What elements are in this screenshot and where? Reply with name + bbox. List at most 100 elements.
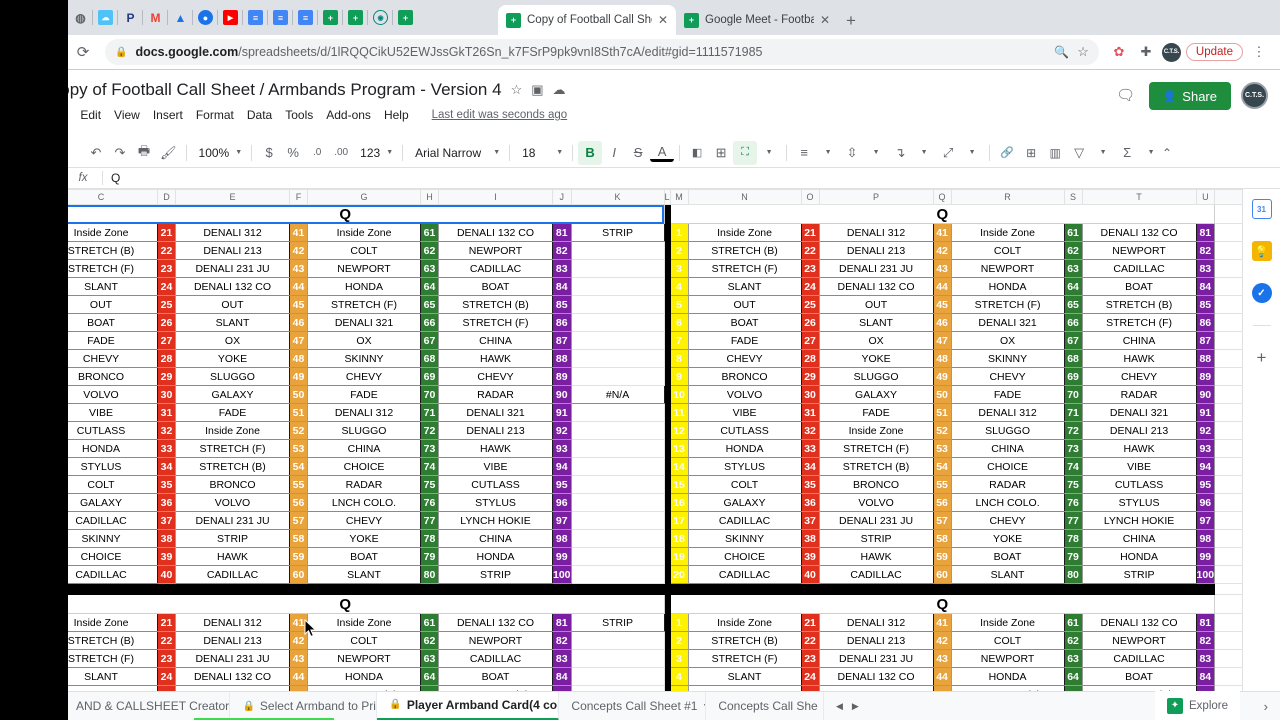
print-button[interactable]: 🖶 bbox=[132, 141, 156, 165]
armband-number-cell[interactable]: 34 bbox=[801, 458, 819, 476]
armband-number-cell[interactable]: 84 bbox=[553, 668, 572, 686]
armband-number-cell[interactable]: 63 bbox=[421, 650, 439, 668]
play-name-cell[interactable]: DENALI 231 JU bbox=[176, 650, 290, 668]
armband-number-cell[interactable]: 54 bbox=[290, 458, 308, 476]
armband-number-cell[interactable]: 94 bbox=[1196, 458, 1215, 476]
play-name-cell[interactable]: STRETCH (F) bbox=[688, 260, 801, 278]
armband-number-cell[interactable]: 46 bbox=[933, 314, 951, 332]
armband-number-cell[interactable]: 71 bbox=[1064, 404, 1082, 422]
armband-number-cell[interactable]: 76 bbox=[1064, 494, 1082, 512]
percent-format-button[interactable]: % bbox=[281, 141, 305, 165]
armband-number-cell[interactable]: 22 bbox=[801, 242, 819, 260]
armband-number-cell[interactable]: 78 bbox=[421, 530, 439, 548]
play-name-cell[interactable]: BOAT bbox=[1082, 278, 1196, 296]
play-name-cell[interactable]: NEWPORT bbox=[439, 242, 553, 260]
play-name-cell[interactable]: LYNCH HOKIE bbox=[439, 512, 553, 530]
play-name-cell[interactable]: NEWPORT bbox=[951, 260, 1064, 278]
armband-number-cell[interactable]: 100 bbox=[1196, 566, 1215, 584]
armband-number-cell[interactable]: 92 bbox=[1196, 422, 1215, 440]
armband-number-cell[interactable]: 53 bbox=[290, 440, 308, 458]
empty-cell[interactable] bbox=[571, 476, 664, 494]
chat-bookmark[interactable]: ● bbox=[193, 0, 218, 35]
play-name-cell[interactable]: STRETCH (B) bbox=[688, 242, 801, 260]
play-name-cell[interactable]: SLUGGO bbox=[819, 368, 933, 386]
play-name-cell[interactable]: BOAT bbox=[308, 548, 421, 566]
armband-number-cell[interactable]: 62 bbox=[421, 242, 439, 260]
column-header-D[interactable]: D bbox=[158, 190, 176, 205]
armband-number-cell[interactable]: 54 bbox=[933, 458, 951, 476]
play-name-cell[interactable]: HONDA bbox=[1082, 548, 1196, 566]
play-name-cell[interactable]: HONDA bbox=[308, 278, 421, 296]
empty-cell[interactable] bbox=[571, 440, 664, 458]
play-name-cell[interactable]: CHEVY bbox=[308, 368, 421, 386]
play-name-cell[interactable]: OX bbox=[176, 332, 290, 350]
armband-number-cell[interactable]: 51 bbox=[290, 404, 308, 422]
armband-number-cell[interactable]: 22 bbox=[158, 632, 176, 650]
play-name-cell[interactable]: DENALI 132 CO bbox=[819, 278, 933, 296]
play-name-cell[interactable]: DENALI 321 bbox=[1082, 404, 1196, 422]
play-name-cell[interactable]: #N/A bbox=[571, 386, 664, 404]
empty-cell[interactable] bbox=[571, 242, 664, 260]
armband-number-cell[interactable]: 5 bbox=[670, 296, 688, 314]
armband-number-cell[interactable]: 99 bbox=[553, 548, 572, 566]
armband-number-cell[interactable]: 49 bbox=[933, 368, 951, 386]
column-header-M[interactable]: M bbox=[670, 190, 688, 205]
armband-number-cell[interactable]: 31 bbox=[801, 404, 819, 422]
armband-number-cell[interactable]: 98 bbox=[553, 530, 572, 548]
armband-number-cell[interactable]: 49 bbox=[290, 368, 308, 386]
currency-format-button[interactable]: $ bbox=[257, 141, 281, 165]
play-name-cell[interactable]: HONDA bbox=[951, 668, 1064, 686]
armband-number-cell[interactable]: 42 bbox=[290, 242, 308, 260]
expand-panel-button[interactable]: › bbox=[1264, 699, 1268, 714]
armband-number-cell[interactable]: 62 bbox=[1064, 242, 1082, 260]
play-name-cell[interactable]: DENALI 312 bbox=[819, 614, 933, 632]
play-name-cell[interactable]: STRETCH (B) bbox=[439, 296, 553, 314]
armband-number-cell[interactable]: 65 bbox=[421, 296, 439, 314]
play-name-cell[interactable]: CADILLAC bbox=[439, 260, 553, 278]
play-name-cell[interactable]: STRETCH (B) bbox=[819, 458, 933, 476]
play-name-cell[interactable]: CADILLAC bbox=[688, 566, 801, 584]
empty-cell[interactable] bbox=[571, 512, 664, 530]
play-name-cell[interactable]: COLT bbox=[688, 476, 801, 494]
armband-number-cell[interactable]: 33 bbox=[158, 440, 176, 458]
play-name-cell[interactable]: STRETCH (F) bbox=[819, 440, 933, 458]
armband-number-cell[interactable]: 46 bbox=[290, 314, 308, 332]
play-name-cell[interactable]: SKINNY bbox=[951, 350, 1064, 368]
armband-number-cell[interactable]: 75 bbox=[1064, 476, 1082, 494]
armband-number-cell[interactable]: 9 bbox=[670, 368, 688, 386]
armband-number-cell[interactable]: 89 bbox=[553, 368, 572, 386]
column-header-I[interactable]: I bbox=[439, 190, 553, 205]
sheet-tab-3[interactable]: 🔒Player Armband Card(4 copies)▼ bbox=[377, 692, 559, 720]
armband-number-cell[interactable]: 52 bbox=[290, 422, 308, 440]
italic-button[interactable]: I bbox=[602, 141, 626, 165]
play-name-cell[interactable]: Inside Zone bbox=[308, 224, 421, 242]
play-name-cell[interactable]: SKINNY bbox=[308, 350, 421, 368]
armband-number-cell[interactable]: 58 bbox=[933, 530, 951, 548]
number-format-control[interactable]: 123 ▼ bbox=[353, 142, 397, 164]
armband-number-cell[interactable]: 70 bbox=[1064, 386, 1082, 404]
play-name-cell[interactable]: STRETCH (F) bbox=[951, 296, 1064, 314]
armband-number-cell[interactable]: 66 bbox=[1064, 314, 1082, 332]
cloud-bookmark[interactable]: ☁ bbox=[93, 0, 118, 35]
sheet-tab-4[interactable]: Concepts Call Sheet #1▼ bbox=[559, 692, 706, 720]
column-header-S[interactable]: S bbox=[1064, 190, 1082, 205]
play-name-cell[interactable]: STRETCH (F) bbox=[308, 296, 421, 314]
armband-number-cell[interactable]: 90 bbox=[553, 386, 572, 404]
armband-number-cell[interactable]: 74 bbox=[421, 458, 439, 476]
play-name-cell[interactable]: CHEVY bbox=[688, 350, 801, 368]
sheet-tab-5[interactable]: Concepts Call She bbox=[706, 692, 824, 720]
play-name-cell[interactable]: STRETCH (F) bbox=[176, 440, 290, 458]
armband-number-cell[interactable]: 61 bbox=[421, 614, 439, 632]
column-header-F[interactable]: F bbox=[290, 190, 308, 205]
armband-number-cell[interactable]: 25 bbox=[158, 296, 176, 314]
armband-number-cell[interactable]: 96 bbox=[1196, 494, 1215, 512]
play-name-cell[interactable]: DENALI 213 bbox=[1082, 422, 1196, 440]
play-name-cell[interactable]: DENALI 312 bbox=[176, 224, 290, 242]
sheet-tab-2[interactable]: 🔒Select Armband to Print▼ bbox=[230, 692, 377, 720]
google-keep-icon[interactable]: 💡 bbox=[1252, 241, 1272, 261]
armband-number-cell[interactable]: 56 bbox=[933, 494, 951, 512]
search-icon[interactable]: 🔍 bbox=[1054, 45, 1069, 59]
play-name-cell[interactable]: CHOICE bbox=[951, 458, 1064, 476]
play-name-cell[interactable]: DENALI 132 CO bbox=[1082, 614, 1196, 632]
page-title[interactable]: Copy of Football Call Sheet / Armbands P… bbox=[48, 80, 502, 100]
